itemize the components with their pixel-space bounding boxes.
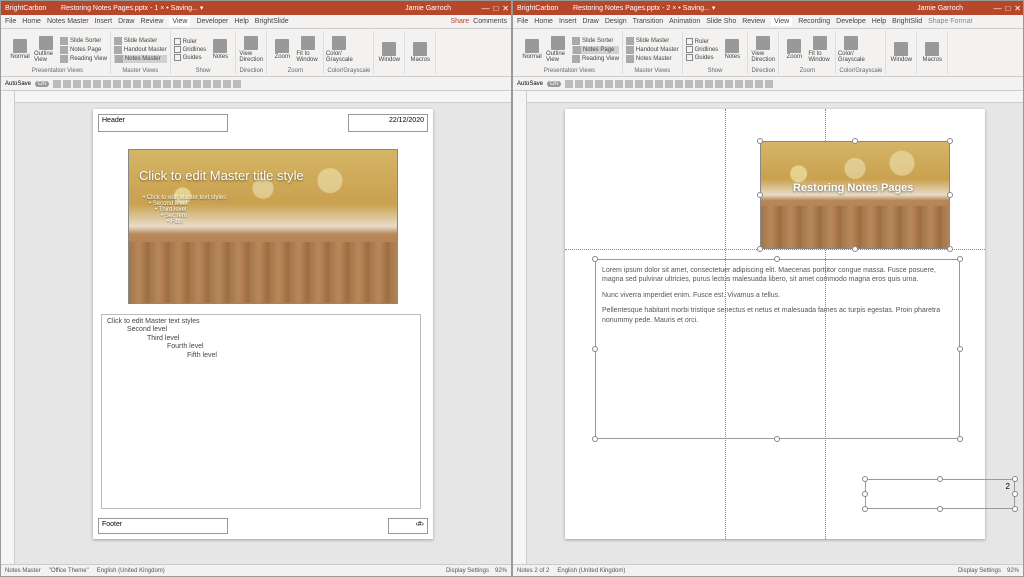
page-number-box[interactable]: 2 [865, 479, 1015, 509]
slide-thumbnail[interactable]: Click to edit Master title style • Click… [128, 149, 398, 304]
powerpoint-window-right: BrightCarbon Restoring Notes Pages.pptx … [512, 0, 1024, 577]
view-direction-button[interactable]: View Direction [239, 31, 263, 68]
notes-text-box[interactable]: Lorem ipsum dolor sit amet, consectetuer… [595, 259, 960, 439]
menubar: File Home Notes Master Insert Draw Revie… [1, 15, 511, 29]
status-view: Notes 2 of 2 [517, 568, 549, 574]
page-number-placeholder[interactable]: ‹#› [388, 518, 428, 534]
notes-page: Restoring Notes Pages Lorem ipsum dolor … [565, 109, 985, 539]
guides-checkbox[interactable]: Guides [174, 54, 207, 61]
quick-access-toolbar: AutoSave On [1, 77, 511, 91]
maximize-button[interactable]: □ [493, 4, 498, 13]
minimize-button[interactable]: — [481, 4, 489, 13]
menu-brightslide[interactable]: BrightSlide [255, 18, 289, 25]
menu-insert[interactable]: Insert [95, 18, 113, 25]
minimize-button[interactable]: — [993, 4, 1001, 13]
menu-help[interactable]: Help [234, 18, 248, 25]
window-button[interactable]: Window [377, 31, 401, 74]
status-view: Notes Master [5, 568, 41, 574]
status-language[interactable]: English (United Kingdom) [557, 568, 625, 574]
menu-notes-master[interactable]: Notes Master [47, 18, 89, 25]
vertical-ruler [1, 91, 15, 564]
zoom-button[interactable]: Zoom [270, 31, 294, 68]
notes-master-button[interactable]: Notes Master [114, 55, 167, 63]
menu-home[interactable]: Home [22, 18, 41, 25]
powerpoint-window-left: BrightCarbon Restoring Notes Pages.pptx … [0, 0, 512, 577]
display-settings[interactable]: Display Settings [446, 568, 489, 574]
status-theme: "Office Theme" [49, 568, 89, 574]
notes-page-button[interactable]: Notes Page [572, 46, 619, 54]
zoom-level[interactable]: 92% [495, 568, 507, 574]
titlebar: BrightCarbon Restoring Notes Pages.pptx … [1, 1, 511, 15]
handout-master-button[interactable]: Handout Master [114, 46, 167, 54]
menu-file[interactable]: File [5, 18, 16, 25]
notes-body-placeholder[interactable]: Click to edit Master text styles Second … [101, 314, 421, 509]
header-placeholder[interactable]: Header [98, 114, 228, 132]
quick-access-toolbar: AutoSave On [513, 77, 1023, 91]
normal-view-button[interactable]: Normal [8, 31, 32, 68]
status-language[interactable]: English (United Kingdom) [97, 568, 165, 574]
menu-view[interactable]: View [169, 17, 190, 26]
titlebar: BrightCarbon Restoring Notes Pages.pptx … [513, 1, 1023, 15]
ribbon: Normal Outline View Slide Sorter Notes P… [1, 29, 511, 77]
outline-view-button[interactable]: Outline View [34, 31, 58, 68]
maximize-button[interactable]: □ [1005, 4, 1010, 13]
ribbon: Normal Outline View Slide Sorter Notes P… [513, 29, 1023, 77]
close-button[interactable]: ✕ [1014, 4, 1021, 13]
slide-image[interactable]: Restoring Notes Pages [760, 141, 950, 249]
menu-developer[interactable]: Developer [196, 18, 228, 25]
gridlines-checkbox[interactable]: Gridlines [174, 46, 207, 53]
horizontal-ruler [15, 91, 511, 103]
menu-review[interactable]: Review [140, 18, 163, 25]
statusbar: Notes Master "Office Theme" English (Uni… [1, 564, 511, 576]
account-user[interactable]: Jamie Garroch [405, 5, 451, 12]
ruler-checkbox[interactable]: Ruler [174, 38, 207, 45]
macros-button[interactable]: Macros [408, 31, 432, 74]
share-button[interactable]: Share [450, 18, 469, 25]
notes-button[interactable]: Notes [208, 31, 232, 68]
slide-sorter-button[interactable]: Slide Sorter [60, 37, 107, 45]
comments-button[interactable]: Comments [473, 18, 507, 25]
autosave-toggle[interactable]: On [35, 81, 49, 87]
fit-window-button[interactable]: Fit to Window [296, 31, 320, 68]
notes-page-button[interactable]: Notes Page [60, 46, 107, 54]
slide-master-button[interactable]: Slide Master [114, 37, 167, 45]
notes-master-page: Header 22/12/2020 Click to edit Master t… [93, 109, 433, 539]
close-button[interactable]: ✕ [502, 4, 509, 13]
menubar: File Home Insert Draw Design Transition … [513, 15, 1023, 29]
autosave-label: AutoSave [5, 81, 31, 87]
qat-icon[interactable] [53, 80, 61, 88]
color-grayscale-button[interactable]: Color/ Grayscale [327, 31, 351, 68]
menu-draw[interactable]: Draw [118, 18, 134, 25]
statusbar: Notes 2 of 2 English (United Kingdom) Di… [513, 564, 1023, 576]
footer-placeholder[interactable]: Footer [98, 518, 228, 534]
reading-view-button[interactable]: Reading View [60, 55, 107, 63]
app-name: BrightCarbon [5, 5, 46, 12]
date-placeholder[interactable]: 22/12/2020 [348, 114, 428, 132]
